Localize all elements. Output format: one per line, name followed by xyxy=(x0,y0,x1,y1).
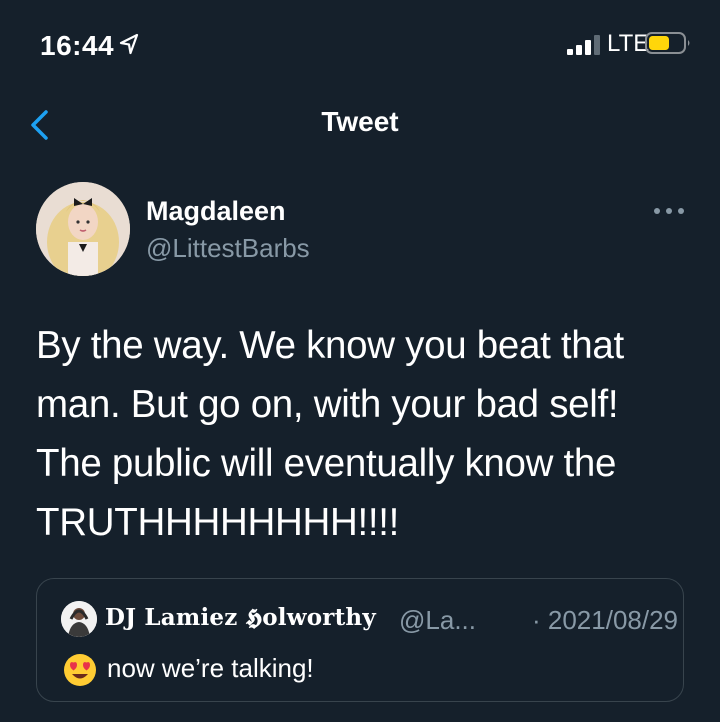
quoted-avatar xyxy=(61,601,97,637)
quoted-author-handle: @La... xyxy=(399,605,476,635)
page-title: Tweet xyxy=(321,106,399,137)
more-horizontal-icon[interactable] xyxy=(652,204,686,218)
quoted-avatar-image xyxy=(61,601,97,637)
location-arrow-icon xyxy=(119,33,139,55)
quoted-author-name: 𝐃𝐉 𝐋𝐚𝐦𝐢𝐞𝐳 𝕳𝐨𝐥𝐰𝐨𝐫𝐭𝐡𝐲 xyxy=(105,604,376,631)
status-time: 16:44 xyxy=(40,30,115,61)
tweet-text-line: TRUTHHHHHHHH!!!! xyxy=(36,501,400,544)
quoted-tweet-text: now we’re talking! xyxy=(107,653,314,683)
avatar[interactable] xyxy=(36,182,130,276)
nav-bar: Tweet xyxy=(0,90,720,160)
heart-eyes-emoji xyxy=(64,654,96,686)
tweet-text: By the way. We know you beat that man. B… xyxy=(36,316,686,552)
author-handle[interactable]: @LittestBarbs xyxy=(146,233,310,264)
quoted-tweet-date: · 2021/08/29 xyxy=(532,605,679,635)
tweet-text-line: man. But go on, with your bad self! xyxy=(36,383,619,426)
author-name[interactable]: Magdaleen xyxy=(146,196,286,227)
signal-bars-icon xyxy=(567,35,600,55)
tweet-detail-screen: 16:44 LTE Tweet Magdaleen @LittestBarbs … xyxy=(0,0,720,722)
avatar-image xyxy=(36,182,130,276)
quoted-tweet-card[interactable]: 𝐃𝐉 𝐋𝐚𝐦𝐢𝐞𝐳 𝕳𝐨𝐥𝐰𝐨𝐫𝐭𝐡𝐲 @La... · 2021/08/29 … xyxy=(36,578,684,702)
tweet-text-line: The public will eventually know the xyxy=(36,442,617,485)
network-type: LTE xyxy=(607,30,650,57)
tweet-text-line: By the way. We know you beat that xyxy=(36,324,624,367)
battery-icon xyxy=(645,32,690,54)
status-bar: 16:44 LTE xyxy=(0,0,720,90)
